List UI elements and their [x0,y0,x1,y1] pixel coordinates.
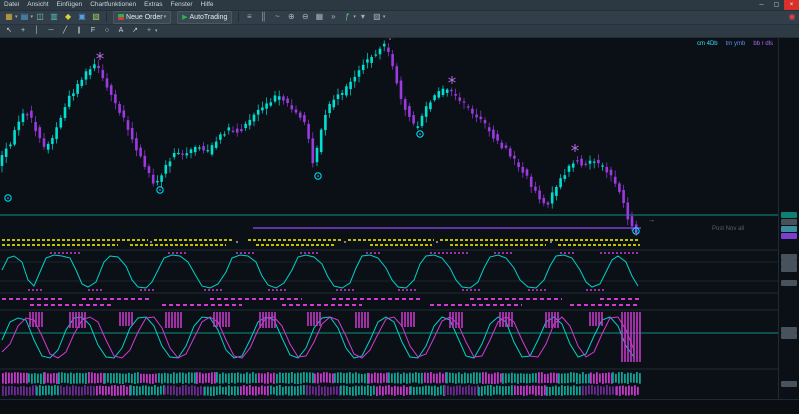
grid-icon[interactable]: ▦ [313,11,325,23]
channel-icon[interactable]: ∥ [73,26,85,36]
trendline-icon[interactable]: ╱ [59,26,71,36]
templates-icon[interactable]: ▨ [371,11,383,23]
price-marker [781,280,797,286]
play-icon: ▶ [182,14,188,21]
periods-icon[interactable]: ▾ [357,11,369,23]
chevron-down-icon: ▾ [163,14,167,20]
price-marker [781,266,797,272]
price-marker [781,219,797,225]
chart-canvas[interactable]: → cm 4Db tm ymb bb r dls Post Nov all [0,38,799,399]
horizontal-line-icon[interactable]: ─ [45,26,57,36]
chevron-down-icon: ▾ [155,28,158,34]
new-order-button[interactable]: Neue Order ▾ [113,10,172,24]
restore-button[interactable]: ▢ [769,0,784,10]
oscillator-pane-1 [1,252,640,291]
chevron-down-icon: ▾ [15,14,18,20]
data-window-icon[interactable]: ▥ [48,11,60,23]
toolbar-divider [238,12,240,22]
menu-bar: Datei Ansicht Einfügen Chartfunktionen Extra… [0,0,799,11]
window-controls: ─ ▢ × [754,0,799,10]
histogram-pane-4 [2,372,641,396]
toolbar-divider [106,12,108,22]
price-marker [781,212,797,218]
autotrading-button[interactable]: ▶ AutoTrading [177,10,233,24]
time-axis[interactable] [0,399,799,414]
new-chart-icon[interactable]: ▦ [3,11,15,23]
toolbar-drawing: ↖ + │ ─ ╱ ∥ F ○ A ↗ + ▾ [0,25,799,38]
chevron-down-icon: ▾ [382,14,386,20]
indicator-label-1: tm ymb [725,41,746,47]
indicator-label-2: bb r dls [753,41,773,47]
strategy-tester-icon[interactable]: ▧ [90,11,102,23]
candles-layer [0,40,638,237]
menu-datei[interactable]: Datei [0,0,23,10]
line-chart-icon[interactable]: ~ [271,11,283,23]
chevron-down-icon: ▾ [353,14,356,20]
vertical-line-icon[interactable]: │ [31,26,43,36]
text-icon[interactable]: A [115,26,127,36]
chevron-down-icon: ▾ [30,14,34,20]
bars-chart-icon[interactable]: ≡ [243,11,255,23]
menu-einfugen[interactable]: Einfügen [53,0,87,10]
signal-pane-2 [2,298,640,306]
autotrading-label: AutoTrading [189,13,228,21]
indicators-icon[interactable]: ƒ [341,11,353,23]
new-order-label: Neue Order [126,13,163,21]
zoom-in-icon[interactable]: ⊕ [285,11,297,23]
shapes-icon[interactable]: ○ [101,26,113,36]
svg-text:→: → [648,217,655,224]
price-marker [781,333,797,339]
menu-items: Datei Ansicht Einfügen Chartfunktionen Extra… [0,0,218,10]
price-marker [781,233,797,239]
menu-extras[interactable]: Extras [140,0,166,10]
signal-rows [2,239,640,246]
new-order-icon [118,14,125,20]
signal-markers: → [4,38,655,235]
fibonacci-icon[interactable]: F [87,26,99,36]
chart-note-label: Post Nov all [712,226,745,232]
market-watch-icon[interactable]: ◫ [34,11,46,23]
close-button[interactable]: × [784,0,799,10]
autoscroll-icon[interactable]: » [327,11,339,23]
menu-chartfunktionen[interactable]: Chartfunktionen [86,0,140,10]
terminal-icon[interactable]: ▣ [76,11,88,23]
toolbar-main: ▦ ▾ ▤ ▾ ◫ ▥ ◆ ▣ ▧ Neue Order ▾ ▶ AutoTrading ≡ ║ ~ ⊕ ⊖ ▦» ƒ… [0,10,799,25]
profiles-icon[interactable]: ▤ [19,11,31,23]
candlestick-chart-icon[interactable]: ║ [257,11,269,23]
indicator-labels: cm 4Db tm ymb bb r dls [697,41,773,47]
crosshair-icon[interactable]: + [17,26,29,36]
community-icon[interactable]: ◉ [786,11,798,23]
menu-ansicht[interactable]: Ansicht [23,0,52,10]
objects-dropdown[interactable]: + [143,26,155,36]
minimize-button[interactable]: ─ [754,0,769,10]
price-marker [781,381,797,387]
menu-hilfe[interactable]: Hilfe [197,0,218,10]
cursor-icon[interactable]: ↖ [3,26,15,36]
horizontal-lines [0,214,779,229]
navigator-icon[interactable]: ◆ [62,11,74,23]
indicator-label-0: cm 4Db [696,41,718,47]
price-scale[interactable] [778,38,799,399]
pane-separators [0,249,779,370]
price-marker [781,226,797,232]
oscillator-pane-3 [0,312,779,362]
menu-fenster[interactable]: Fenster [167,0,197,10]
zoom-out-icon[interactable]: ⊖ [299,11,311,23]
arrow-tool-icon[interactable]: ↗ [129,26,141,36]
